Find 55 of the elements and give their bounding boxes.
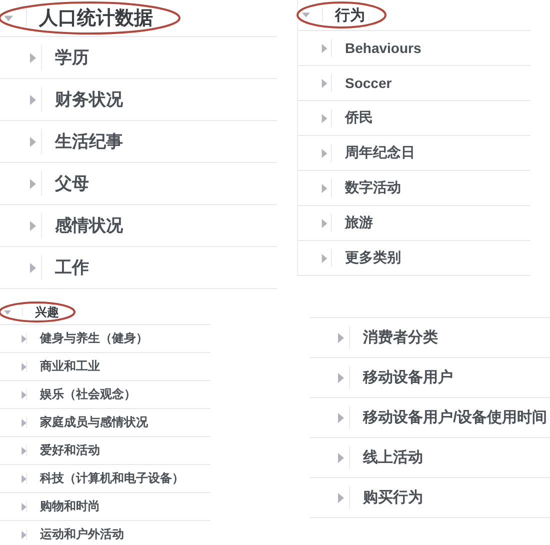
expand-triangle-icon[interactable] bbox=[336, 492, 346, 502]
category-item[interactable]: 家庭成员与感情状况 bbox=[40, 414, 148, 431]
category-item[interactable]: Behaviours bbox=[345, 40, 422, 56]
category-item[interactable]: 科技（计算机和电子设备） bbox=[40, 470, 184, 487]
category-item[interactable]: 周年纪念日 bbox=[345, 144, 415, 162]
expand-triangle-icon[interactable] bbox=[336, 332, 346, 342]
expand-triangle-icon[interactable] bbox=[28, 52, 38, 62]
expand-triangle-icon[interactable] bbox=[320, 44, 329, 52]
expand-triangle-icon[interactable] bbox=[320, 184, 329, 192]
category-item[interactable]: 商业和工业 bbox=[40, 358, 100, 375]
category-item[interactable]: 爱好和活动 bbox=[40, 442, 100, 459]
category-item[interactable]: 数字活动 bbox=[345, 179, 401, 197]
expand-triangle-icon[interactable] bbox=[320, 78, 329, 88]
category-item[interactable]: 运动和户外活动 bbox=[40, 526, 124, 543]
expand-triangle-icon[interactable] bbox=[20, 390, 28, 398]
collapse-triangle-icon[interactable] bbox=[4, 14, 13, 22]
collapse-triangle-icon[interactable] bbox=[302, 11, 310, 19]
expand-triangle-icon[interactable] bbox=[20, 334, 28, 342]
category-item[interactable]: 消费者分类 bbox=[363, 328, 438, 347]
expand-triangle-icon[interactable] bbox=[20, 530, 28, 538]
category-item[interactable]: 购买行为 bbox=[363, 488, 423, 507]
expand-triangle-icon[interactable] bbox=[20, 418, 28, 426]
category-item[interactable]: 移动设备用户 bbox=[363, 368, 453, 387]
expand-triangle-icon[interactable] bbox=[20, 474, 28, 482]
expand-triangle-icon[interactable] bbox=[320, 148, 329, 158]
expand-triangle-icon[interactable] bbox=[28, 178, 38, 188]
expand-triangle-icon[interactable] bbox=[20, 502, 28, 510]
expand-triangle-icon[interactable] bbox=[336, 452, 346, 462]
expand-triangle-icon[interactable] bbox=[28, 220, 38, 230]
collapse-triangle-icon[interactable] bbox=[4, 308, 11, 316]
category-item[interactable]: 工作 bbox=[55, 256, 89, 279]
category-item[interactable]: Soccer bbox=[345, 75, 392, 91]
expand-triangle-icon[interactable] bbox=[20, 362, 28, 370]
category-item[interactable]: 学历 bbox=[55, 46, 89, 69]
category-item[interactable]: 侨民 bbox=[345, 109, 373, 127]
category-item[interactable]: 财务状况 bbox=[55, 88, 123, 111]
category-item[interactable]: 健身与养生（健身） bbox=[40, 330, 148, 347]
expand-triangle-icon[interactable] bbox=[28, 262, 38, 272]
expand-triangle-icon[interactable] bbox=[320, 218, 329, 228]
category-item[interactable]: 移动设备用户/设备使用时间 bbox=[363, 408, 548, 427]
expand-triangle-icon[interactable] bbox=[28, 94, 38, 104]
category-item[interactable]: 旅游 bbox=[345, 214, 373, 232]
expand-triangle-icon[interactable] bbox=[20, 446, 28, 454]
category-item[interactable]: 线上活动 bbox=[363, 448, 423, 467]
category-item[interactable]: 感情状况 bbox=[55, 214, 123, 237]
category-item[interactable]: 父母 bbox=[55, 172, 89, 195]
expand-triangle-icon[interactable] bbox=[28, 136, 38, 146]
category-item[interactable]: 购物和时尚 bbox=[40, 498, 100, 515]
expand-triangle-icon[interactable] bbox=[336, 412, 346, 422]
expand-triangle-icon[interactable] bbox=[320, 254, 329, 262]
expand-triangle-icon[interactable] bbox=[320, 114, 329, 122]
expand-triangle-icon[interactable] bbox=[336, 372, 346, 382]
category-item[interactable]: 更多类别 bbox=[345, 249, 401, 267]
category-item[interactable]: 生活纪事 bbox=[55, 130, 123, 153]
category-item[interactable]: 娱乐（社会观念） bbox=[40, 386, 136, 403]
